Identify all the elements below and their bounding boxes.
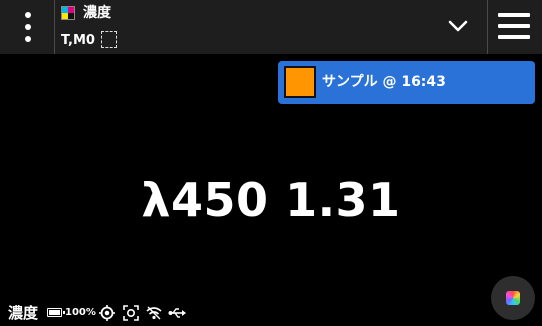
kebab-menu-icon[interactable] (8, 4, 48, 50)
density-reading: λ450 1.31 (141, 173, 401, 227)
cmyk-density-icon (61, 6, 75, 20)
top-bar: 濃度 T,M0 (0, 0, 542, 54)
target-icon (99, 305, 115, 321)
sample-pill[interactable]: サンプル @ 16:43 (278, 61, 535, 104)
status-bar: 濃度 100% (0, 300, 542, 326)
hamburger-menu-icon[interactable] (498, 11, 530, 41)
battery-percent: 100% (65, 307, 96, 318)
battery-icon (47, 308, 65, 317)
divider (487, 0, 488, 54)
dashed-selection-icon[interactable] (101, 31, 117, 48)
sample-label: サンプル @ 16:43 (322, 74, 446, 90)
chevron-down-icon[interactable] (444, 12, 472, 40)
aperture-icon (123, 305, 139, 321)
usb-icon (168, 308, 186, 318)
sample-color-swatch (284, 66, 316, 98)
status-mode-label: 濃度 (8, 304, 39, 322)
divider (54, 0, 55, 54)
color-palette-icon (506, 291, 520, 305)
wifi-icon (146, 306, 162, 320)
color-palette-button[interactable] (491, 276, 535, 320)
mode-subtitle[interactable]: T,M0 (61, 33, 95, 49)
mode-title[interactable]: 濃度 (83, 4, 111, 22)
